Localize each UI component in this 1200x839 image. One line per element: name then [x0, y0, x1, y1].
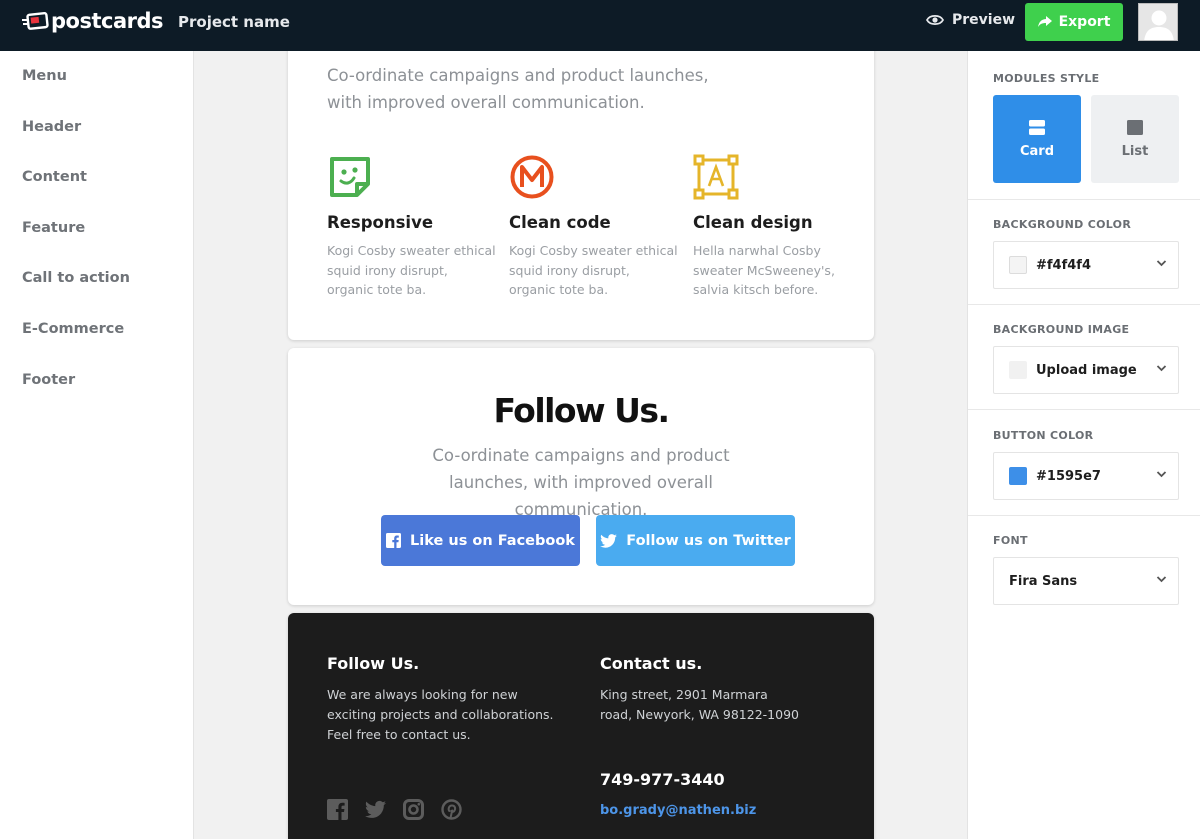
font-value: Fira Sans: [1009, 573, 1078, 589]
footer-contact-title: Contact us.: [600, 654, 703, 673]
sticker-icon: [330, 157, 370, 197]
export-button[interactable]: Export: [1025, 3, 1123, 41]
background-color-swatch: [1009, 256, 1027, 274]
facebook-like-button[interactable]: Like us on Facebook: [381, 515, 580, 566]
style-card-label: Card: [1019, 143, 1055, 159]
logo-text: postcards: [51, 9, 164, 33]
button-color-label: BUTTON COLOR: [993, 429, 1094, 442]
style-card-option[interactable]: Card: [993, 95, 1081, 183]
font-select[interactable]: Fira Sans: [993, 557, 1179, 605]
footer-follow-title: Follow Us.: [327, 654, 420, 673]
sidebar-item-ecommerce[interactable]: E-Commerce: [22, 321, 124, 337]
footer-module[interactable]: Follow Us. We are always looking for new…: [288, 613, 874, 839]
chevron-down-icon: [1156, 576, 1167, 583]
facebook-button-label: Like us on Facebook: [410, 532, 575, 549]
footer-email-link[interactable]: bo.grady@nathen.biz: [600, 803, 756, 818]
top-bar: postcards Project name Preview Export: [0, 0, 1200, 51]
modules-style-section: MODULES STYLE Card List: [968, 51, 1200, 200]
twitter-icon: [600, 533, 618, 548]
project-name[interactable]: Project name: [178, 13, 290, 31]
preview-button[interactable]: Preview: [926, 12, 1015, 28]
feature-clean-code: Clean code Kogi Cosby sweater ethical sq…: [509, 154, 679, 300]
button-color-swatch: [1009, 467, 1027, 485]
sidebar-item-menu[interactable]: Menu: [22, 68, 67, 84]
style-panel: MODULES STYLE Card List BACKGROUND COLOR…: [967, 51, 1200, 839]
button-color-section: BUTTON COLOR #1595e7: [968, 410, 1200, 516]
m-badge-icon: [510, 155, 554, 199]
module-sidebar: Menu Header Content Feature Call to acti…: [0, 51, 194, 839]
facebook-icon[interactable]: [327, 799, 348, 820]
avatar-silhouette-icon: [1139, 4, 1177, 40]
feature-text: Hella narwhal Cosby sweater McSweeney's,…: [693, 243, 835, 297]
text-frame-icon: [693, 154, 739, 200]
background-image-value: Upload image: [1036, 362, 1137, 378]
follow-title: Follow Us.: [493, 391, 670, 430]
twitter-button-label: Follow us on Twitter: [626, 532, 791, 549]
chevron-down-icon: [1156, 365, 1167, 372]
background-image-label: BACKGROUND IMAGE: [993, 323, 1130, 336]
button-color-select[interactable]: #1595e7: [993, 452, 1179, 500]
feature-responsive: Responsive Kogi Cosby sweater ethical sq…: [327, 154, 497, 300]
postcard-logo-icon: [22, 11, 49, 30]
follow-module[interactable]: Follow Us. Co-ordinate campaigns and pro…: [288, 348, 874, 605]
background-color-label: BACKGROUND COLOR: [993, 218, 1132, 231]
list-layout-icon: [1127, 119, 1143, 135]
background-image-section: BACKGROUND IMAGE Upload image: [968, 305, 1200, 410]
feature-text: Kogi Cosby sweater ethical squid irony d…: [509, 243, 678, 297]
sidebar-item-call-to-action[interactable]: Call to action: [22, 270, 130, 286]
feature-clean-design: Clean design Hella narwhal Cosby sweater…: [693, 154, 863, 300]
feature-title: Clean code: [509, 213, 611, 232]
sidebar-item-footer[interactable]: Footer: [22, 372, 75, 388]
background-image-thumb: [1009, 361, 1027, 379]
eye-icon: [926, 14, 944, 26]
background-color-section: BACKGROUND COLOR #f4f4f4: [968, 200, 1200, 305]
footer-social-icons: [327, 799, 462, 820]
twitter-icon[interactable]: [365, 799, 386, 820]
sidebar-item-feature[interactable]: Feature: [22, 220, 85, 236]
user-avatar[interactable]: [1138, 3, 1178, 41]
follow-lead-text: Co-ordinate campaigns and product launch…: [432, 446, 730, 519]
sidebar-item-header[interactable]: Header: [22, 119, 81, 135]
style-list-option[interactable]: List: [1091, 95, 1179, 183]
share-arrow-icon: [1037, 16, 1052, 27]
feature-text: Kogi Cosby sweater ethical squid irony d…: [327, 243, 496, 297]
features-lead-text: Co-ordinate campaigns and product launch…: [327, 66, 709, 112]
export-label: Export: [1058, 14, 1111, 30]
background-color-value: #f4f4f4: [1036, 257, 1091, 273]
button-color-value: #1595e7: [1036, 468, 1101, 484]
font-label: FONT: [993, 534, 1028, 547]
editor-canvas: Co-ordinate campaigns and product launch…: [194, 51, 967, 839]
feature-title: Clean design: [693, 213, 813, 232]
pinterest-icon[interactable]: [441, 799, 462, 820]
facebook-icon: [386, 533, 402, 548]
features-module[interactable]: Co-ordinate campaigns and product launch…: [288, 51, 874, 340]
card-layout-icon: [1029, 119, 1045, 135]
font-section: FONT Fira Sans: [968, 516, 1200, 622]
background-color-select[interactable]: #f4f4f4: [993, 241, 1179, 289]
chevron-down-icon: [1156, 471, 1167, 478]
style-list-label: List: [1121, 143, 1149, 159]
footer-address: King street, 2901 Marmara road, Newyork,…: [600, 687, 799, 722]
chevron-down-icon: [1156, 260, 1167, 267]
preview-label: Preview: [952, 12, 1016, 28]
background-image-select[interactable]: Upload image: [993, 346, 1179, 394]
modules-style-label: MODULES STYLE: [993, 72, 1100, 85]
sidebar-item-content[interactable]: Content: [22, 169, 87, 185]
instagram-icon[interactable]: [403, 799, 424, 820]
twitter-follow-button[interactable]: Follow us on Twitter: [596, 515, 795, 566]
footer-follow-text: We are always looking for new exciting p…: [327, 687, 554, 742]
feature-title: Responsive: [327, 213, 434, 232]
footer-phone: 749-977-3440: [600, 770, 725, 789]
app-logo[interactable]: postcards: [22, 9, 164, 33]
